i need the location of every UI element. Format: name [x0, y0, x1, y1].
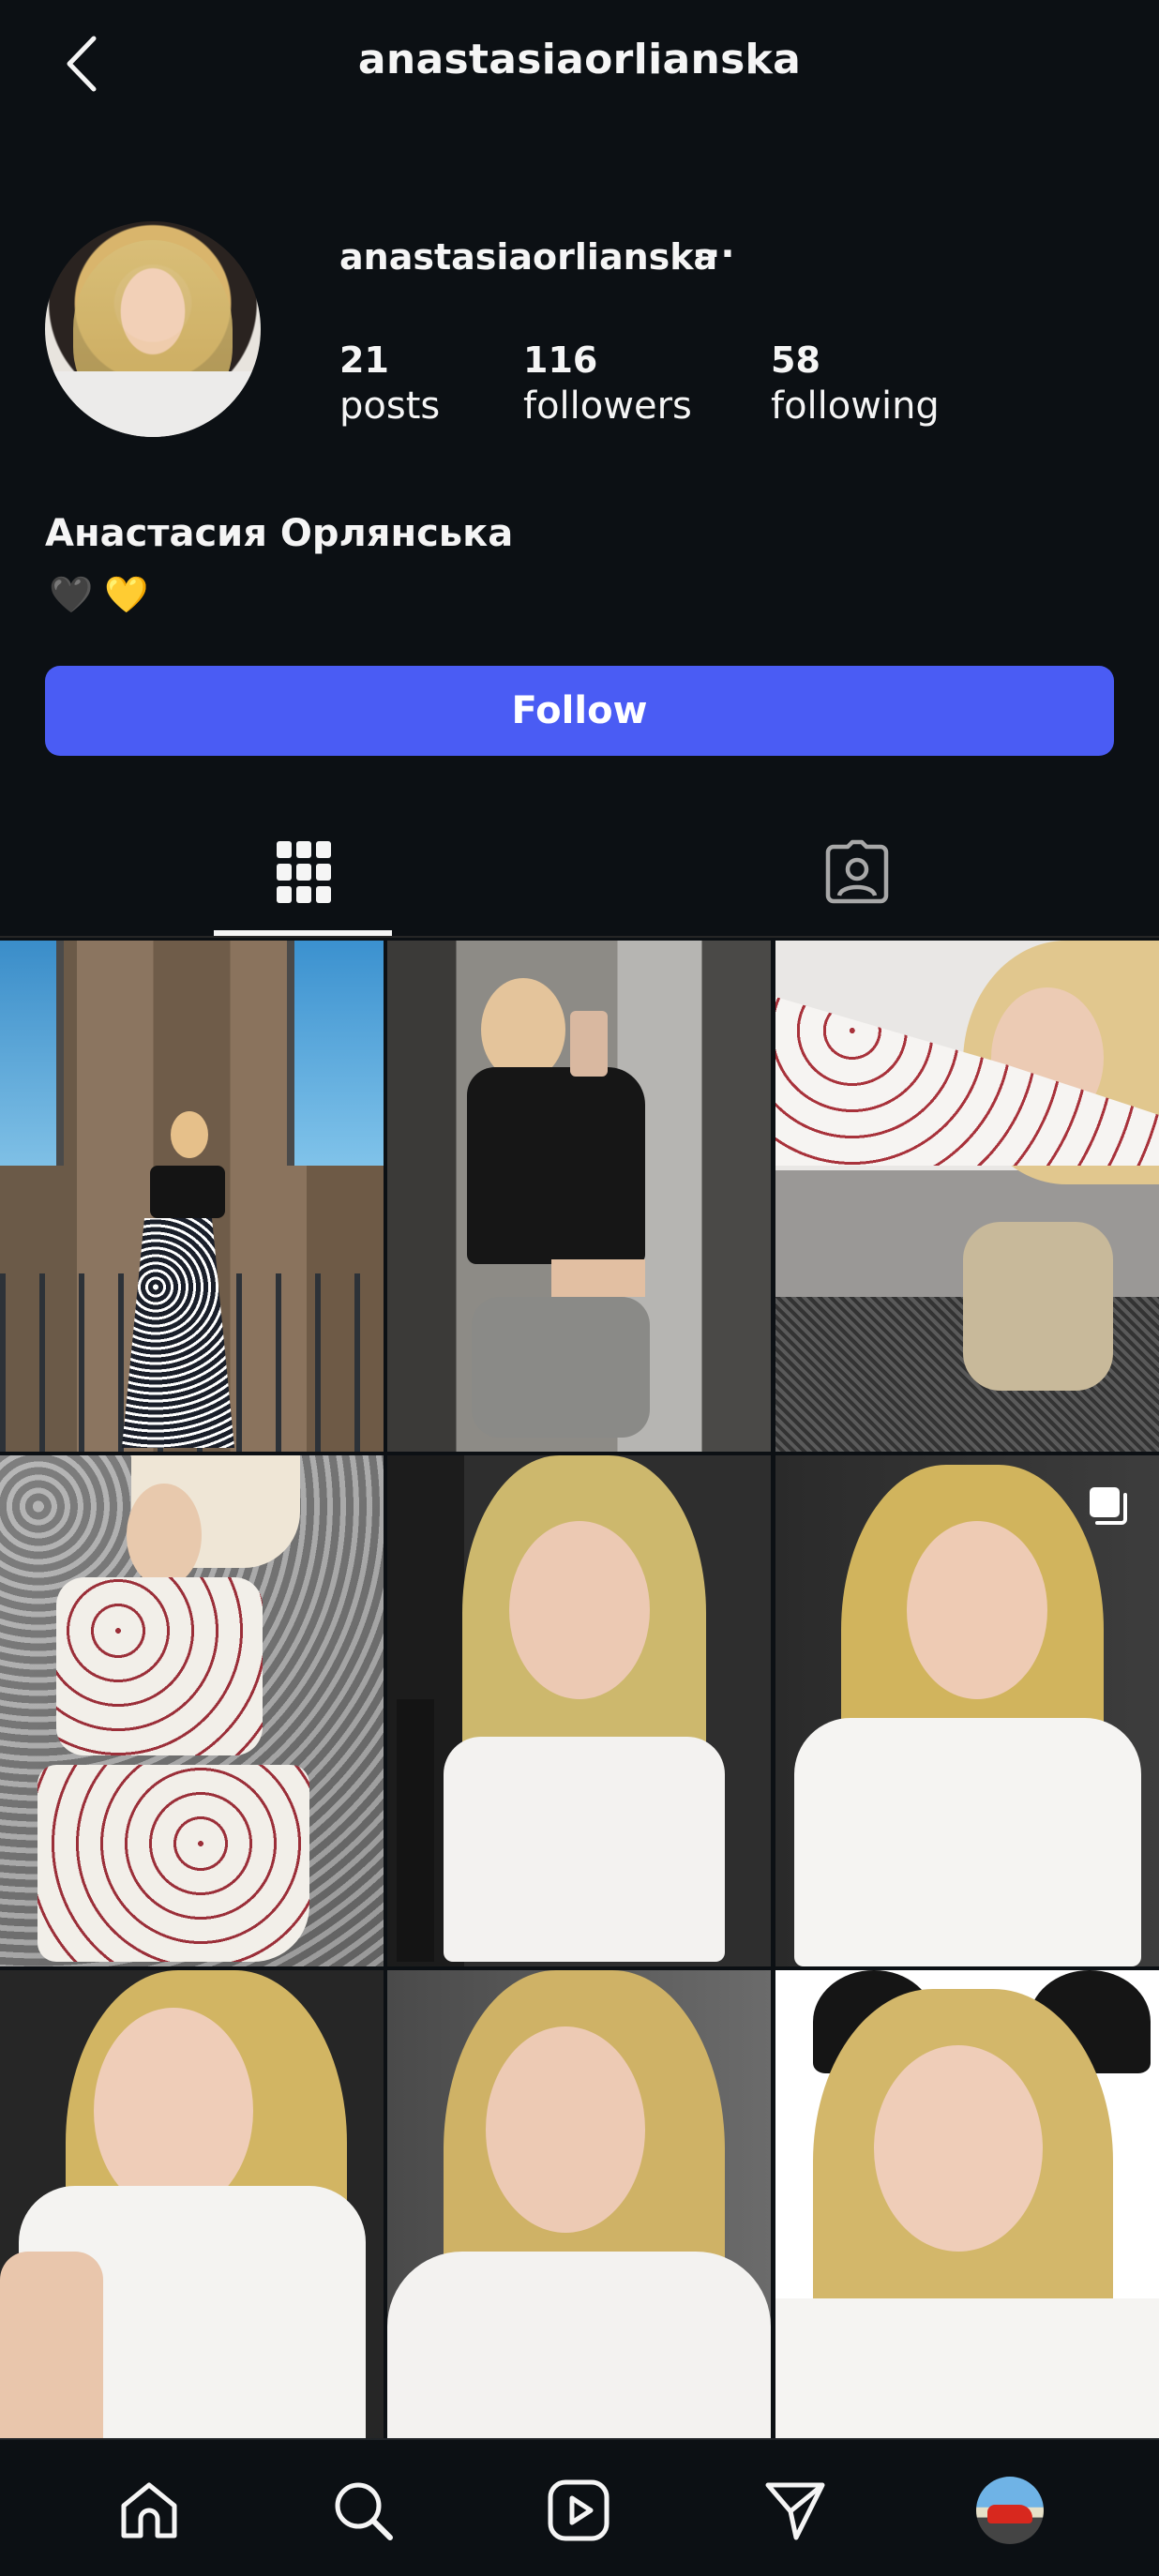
profile-username: anastasiaorlianska — [339, 236, 718, 278]
tagged-icon — [825, 839, 889, 904]
stat-posts-count: 21 — [339, 339, 389, 381]
direct-icon — [765, 2482, 825, 2540]
top-bar: anastasiaorlianska — [0, 0, 1159, 127]
post-thumbnail[interactable] — [387, 1455, 771, 1966]
nav-home[interactable] — [107, 2468, 191, 2553]
post-thumbnail[interactable] — [387, 941, 771, 1452]
post-thumbnail[interactable] — [0, 1970, 384, 2481]
stat-followers-label: followers — [523, 384, 692, 428]
stat-followers[interactable]: 116 followers — [523, 339, 692, 428]
profile-full-name: Анастасия Орлянська — [45, 512, 514, 555]
profile-bio: 🖤 💛 — [49, 574, 149, 615]
stat-followers-count: 116 — [523, 339, 598, 381]
post-thumbnail[interactable] — [775, 1455, 1159, 1966]
nav-direct[interactable] — [753, 2468, 837, 2553]
multiple-posts-icon — [1090, 1487, 1127, 1525]
tab-tagged[interactable] — [679, 806, 1035, 938]
stat-following-count: 58 — [771, 339, 820, 381]
search-icon — [335, 2482, 393, 2540]
bottom-navigation — [0, 2438, 1159, 2576]
reels-icon — [548, 2479, 610, 2541]
nav-reels[interactable] — [536, 2468, 621, 2553]
post-thumbnail[interactable] — [0, 941, 384, 1452]
more-options-button[interactable]: ··· — [692, 235, 735, 273]
profile-tabs — [0, 806, 1159, 938]
post-thumbnail[interactable] — [387, 1970, 771, 2481]
stat-posts-label: posts — [339, 384, 441, 428]
stat-posts[interactable]: 21 posts — [339, 339, 440, 428]
grid-icon — [277, 841, 331, 903]
home-icon — [121, 2482, 177, 2538]
post-thumbnail[interactable] — [0, 1455, 384, 1966]
header-title: anastasiaorlianska — [357, 36, 802, 83]
tabs-divider — [0, 936, 1159, 938]
tab-posts-grid[interactable] — [126, 806, 482, 938]
stat-following[interactable]: 58 following — [771, 339, 940, 428]
nav-profile[interactable] — [968, 2468, 1052, 2553]
post-thumbnail[interactable] — [775, 941, 1159, 1452]
nav-search[interactable] — [321, 2468, 405, 2553]
post-thumbnail[interactable] — [775, 1970, 1159, 2481]
profile-avatar-thumbnail — [976, 2477, 1044, 2544]
follow-button[interactable]: Follow — [45, 666, 1114, 756]
stat-following-label: following — [771, 384, 940, 428]
profile-avatar[interactable] — [45, 221, 261, 437]
